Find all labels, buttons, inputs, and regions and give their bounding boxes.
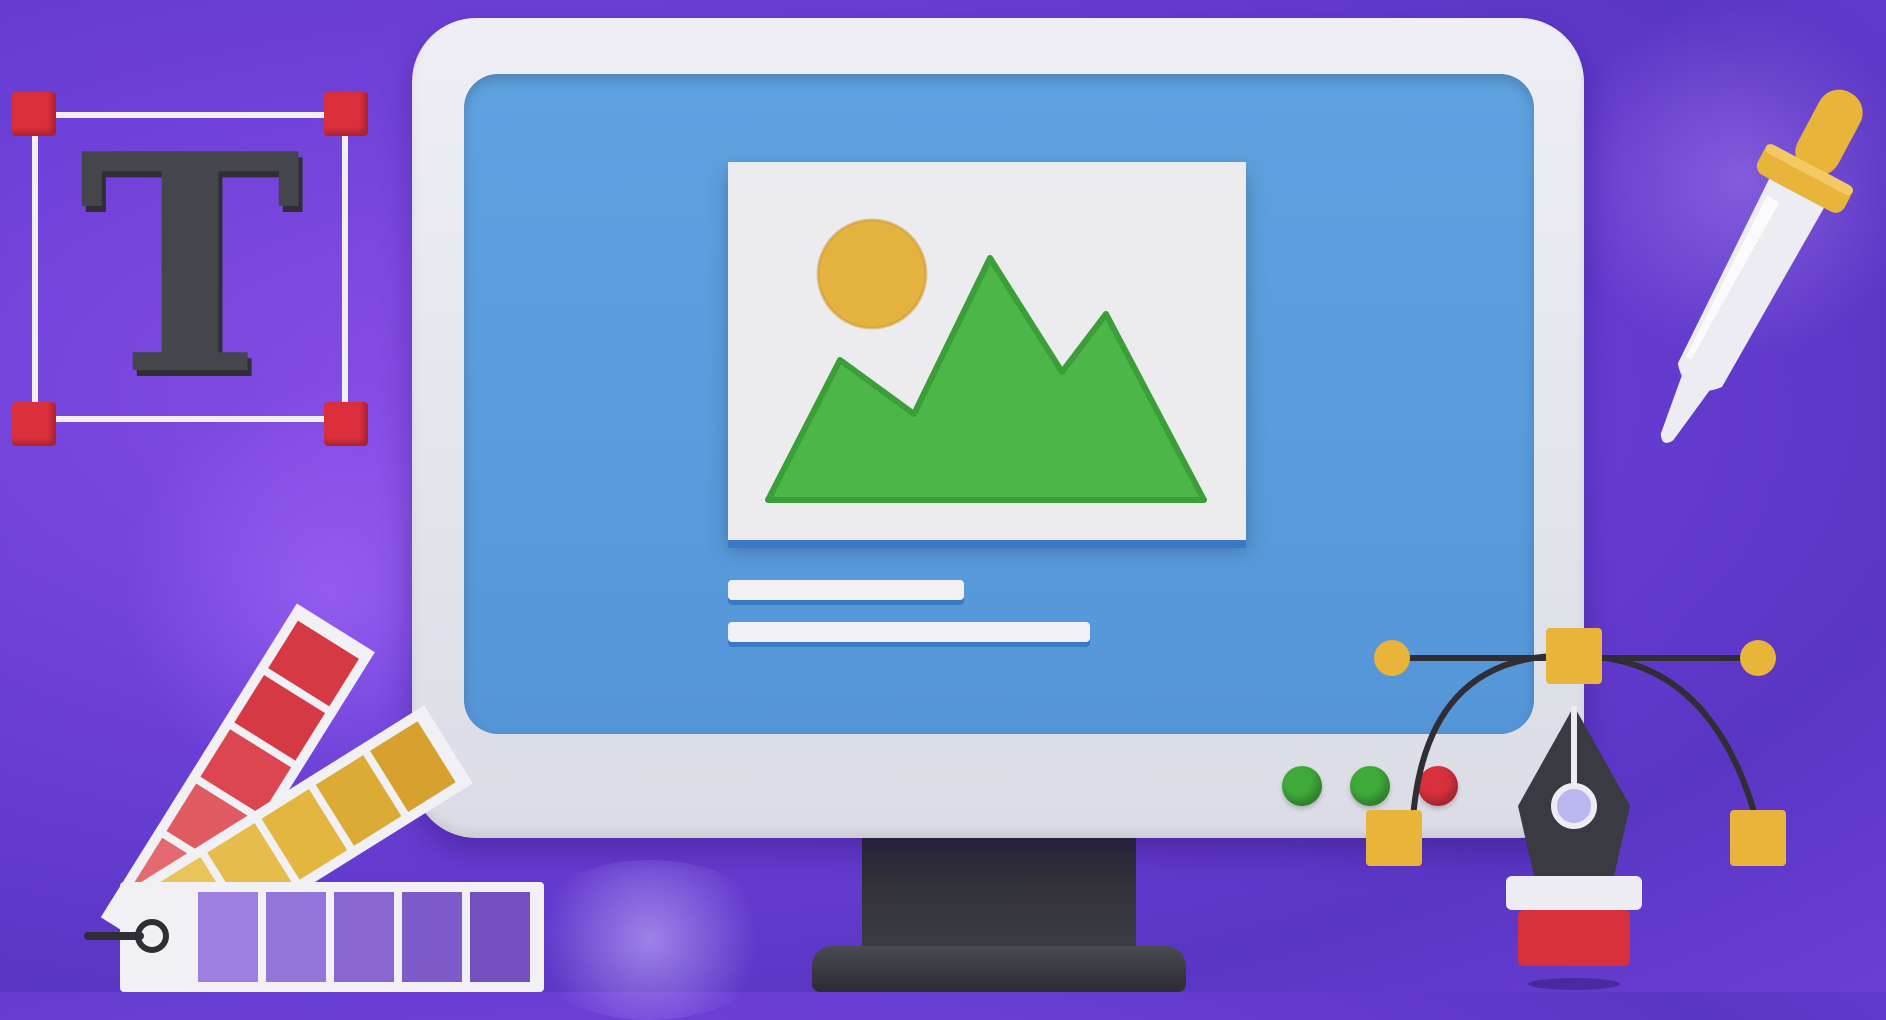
- resize-handle-icon: [12, 92, 56, 136]
- text-placeholder-line: [728, 622, 1090, 642]
- color-swatch-icon: [80, 570, 580, 992]
- design-illustration: { "scene": { "description_label": "", "c…: [0, 0, 1886, 1020]
- text-tool-icon: T: [78, 88, 302, 441]
- resize-handle-icon: [324, 92, 368, 136]
- monitor-stand-base: [812, 946, 1186, 992]
- eyedropper-icon: [1640, 60, 1880, 480]
- monitor-stand-neck: [862, 838, 1136, 956]
- pen-tool-icon: [1360, 620, 1800, 992]
- landscape-graphic: [765, 218, 1207, 503]
- image-placeholder-icon: [728, 162, 1246, 540]
- resize-handle-icon: [12, 402, 56, 446]
- text-placeholder-line: [728, 580, 964, 600]
- green-button-icon: [1282, 766, 1322, 806]
- resize-handle-icon: [324, 402, 368, 446]
